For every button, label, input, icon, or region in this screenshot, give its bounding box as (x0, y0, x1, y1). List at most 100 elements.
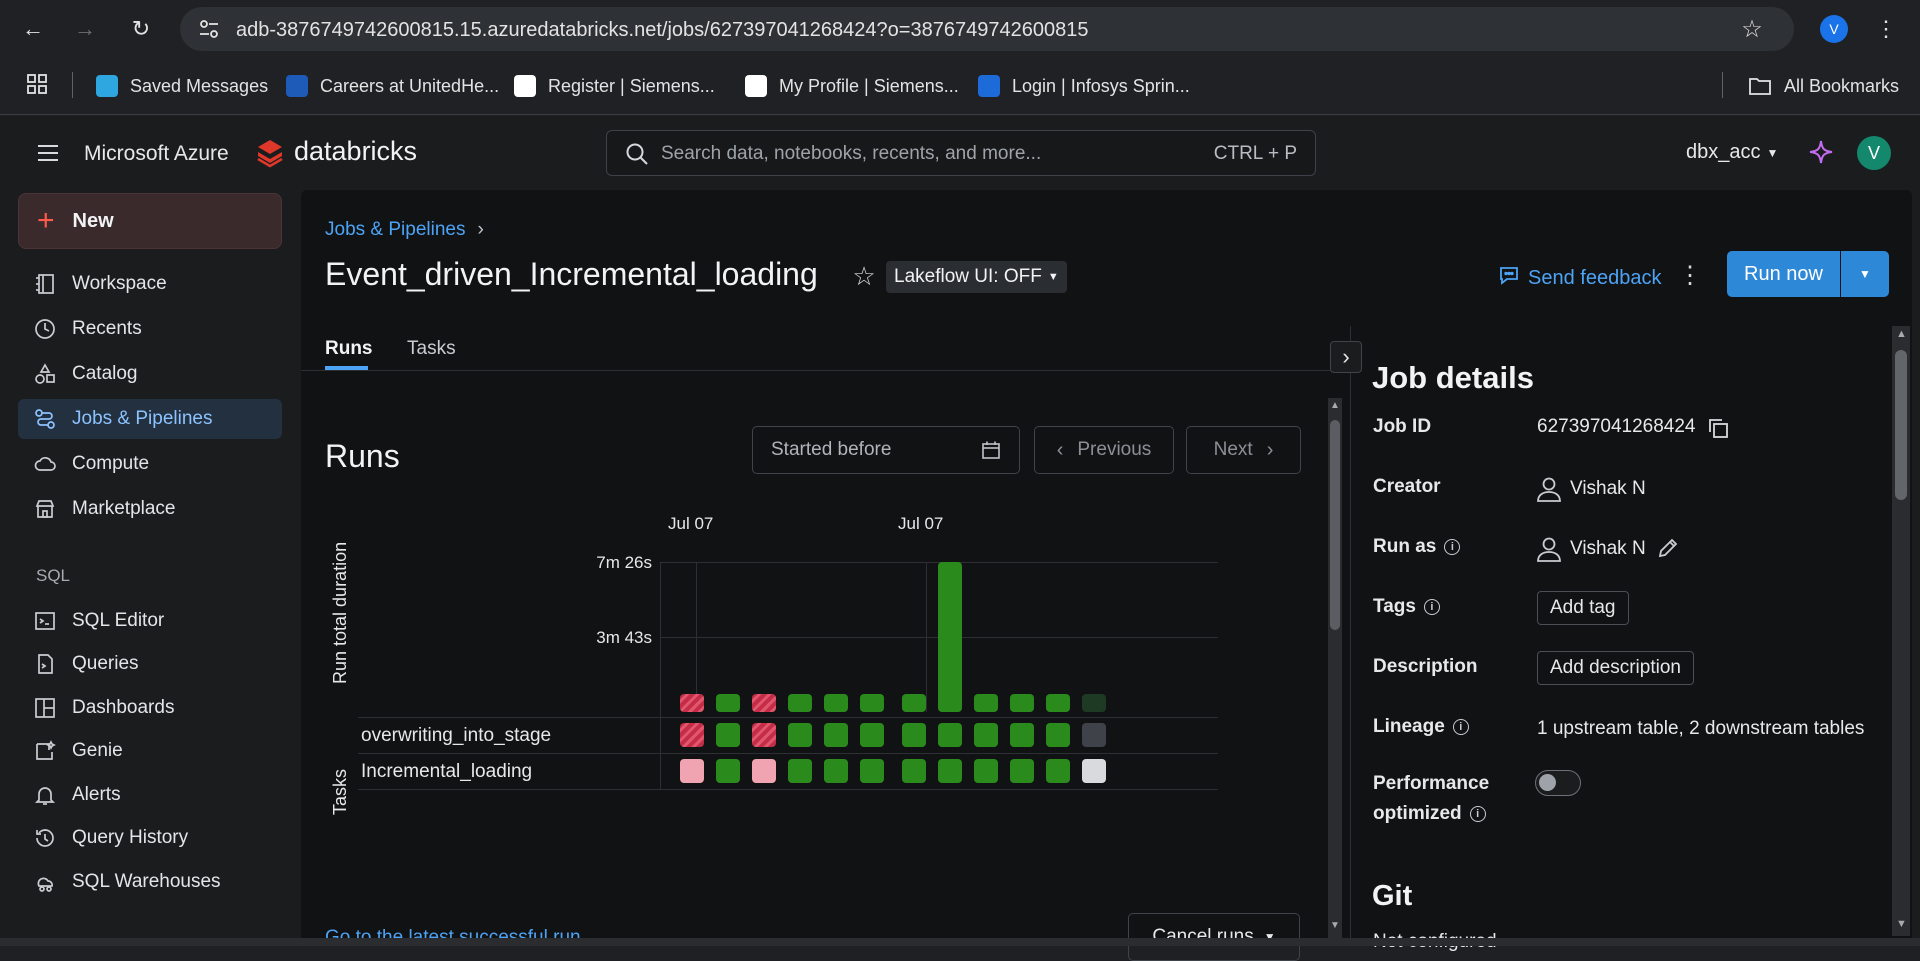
all-bookmarks[interactable]: All Bookmarks (1748, 72, 1899, 100)
run-bar[interactable] (1046, 694, 1070, 712)
workspace-switcher[interactable]: dbx_acc ▼ (1686, 141, 1778, 164)
run-bar[interactable] (788, 694, 812, 712)
sidebar-item-catalog[interactable]: Catalog (18, 354, 282, 394)
bookmark-item[interactable]: Register | Siemens... (514, 72, 715, 100)
run-now-button[interactable]: Run now (1727, 251, 1840, 297)
scroll-up-icon[interactable]: ▲ (1896, 328, 1907, 340)
bookmark-star-icon[interactable]: ☆ (1740, 16, 1764, 43)
user-avatar[interactable]: V (1857, 136, 1891, 170)
run-bar[interactable] (860, 694, 884, 712)
browser-menu-icon[interactable]: ⋮ (1874, 14, 1898, 44)
site-settings-icon[interactable] (198, 19, 220, 39)
task-run-cell[interactable] (788, 723, 812, 747)
add-description-button[interactable]: Add description (1537, 651, 1694, 685)
sidebar-item-queries[interactable]: Queries (18, 644, 282, 684)
task-run-cell[interactable] (788, 759, 812, 783)
task-run-cell[interactable] (680, 723, 704, 747)
run-bar[interactable] (752, 694, 776, 712)
task-run-cell[interactable] (860, 759, 884, 783)
add-tag-button[interactable]: Add tag (1537, 591, 1629, 625)
scroll-up-icon[interactable]: ▲ (1330, 400, 1340, 411)
task-run-cell[interactable] (752, 759, 776, 783)
run-bar[interactable] (1082, 694, 1106, 712)
sidebar-item-recents[interactable]: Recents (18, 309, 282, 349)
more-options-icon[interactable]: ⋮ (1678, 260, 1702, 290)
task-run-cell[interactable] (1082, 759, 1106, 783)
sidebar-item-query-history[interactable]: Query History (18, 818, 282, 858)
task-run-cell[interactable] (902, 759, 926, 783)
global-search-input[interactable]: Search data, notebooks, recents, and mor… (606, 130, 1316, 176)
run-bar[interactable] (974, 694, 998, 712)
performance-toggle[interactable] (1535, 770, 1581, 796)
browser-profile-avatar[interactable]: V (1820, 15, 1848, 43)
task-run-cell[interactable] (938, 723, 962, 747)
tab-tasks[interactable]: Tasks (407, 338, 456, 360)
url-text[interactable]: adb-3876749742600815.15.azuredatabricks.… (236, 19, 1088, 42)
task-run-cell[interactable] (1046, 723, 1070, 747)
run-bar[interactable] (716, 694, 740, 712)
task-run-cell[interactable] (1082, 723, 1106, 747)
send-feedback-link[interactable]: Send feedback (1498, 264, 1661, 292)
info-icon[interactable]: i (1423, 598, 1440, 615)
run-bar[interactable] (938, 562, 962, 712)
collapse-panel-button[interactable]: › (1330, 341, 1362, 373)
task-run-cell[interactable] (680, 759, 704, 783)
next-button[interactable]: Next › (1186, 426, 1301, 474)
databricks-logo-icon[interactable] (256, 138, 284, 168)
task-run-cell[interactable] (1010, 759, 1034, 783)
info-icon[interactable]: i (1444, 538, 1461, 555)
info-icon[interactable]: i (1469, 805, 1486, 822)
tab-runs[interactable]: Runs (325, 338, 373, 360)
bookmark-item[interactable]: Login | Infosys Sprin... (978, 72, 1190, 100)
task-run-cell[interactable] (716, 723, 740, 747)
details-scrollbar-thumb[interactable] (1895, 350, 1907, 500)
bookmark-item[interactable]: Careers at UnitedHe... (286, 72, 499, 100)
reload-icon[interactable]: ↻ (126, 14, 156, 44)
runs-scrollbar-thumb[interactable] (1330, 420, 1340, 630)
started-before-date-picker[interactable]: Started before (752, 426, 1020, 474)
lakeflow-toggle[interactable]: Lakeflow UI: OFF ▼ (886, 261, 1067, 293)
lineage-link[interactable]: 1 upstream table, 2 downstream tables (1537, 718, 1864, 740)
sidebar-item-workspace[interactable]: Workspace (18, 264, 282, 304)
scroll-down-icon[interactable]: ▼ (1896, 918, 1907, 930)
bookmark-item[interactable]: My Profile | Siemens... (745, 72, 959, 100)
copy-icon[interactable] (1706, 416, 1730, 445)
back-icon[interactable]: ← (18, 14, 48, 44)
sidebar-item-genie[interactable]: Genie (18, 731, 282, 771)
sidebar-item-sql-editor[interactable]: SQL Editor (18, 601, 282, 641)
bookmark-item[interactable]: Saved Messages (96, 72, 268, 100)
task-run-cell[interactable] (1046, 759, 1070, 783)
task-run-cell[interactable] (974, 759, 998, 783)
task-run-cell[interactable] (902, 723, 926, 747)
task-run-cell[interactable] (824, 759, 848, 783)
favorite-star-icon[interactable]: ☆ (850, 261, 878, 291)
assistant-sparkle-icon[interactable] (1809, 140, 1833, 164)
info-icon[interactable]: i (1452, 718, 1469, 735)
scroll-down-icon[interactable]: ▼ (1330, 920, 1340, 931)
sidebar-item-alerts[interactable]: Alerts (18, 775, 282, 815)
sidebar-item-dashboards[interactable]: Dashboards (18, 688, 282, 728)
sidebar-item-compute[interactable]: Compute (18, 444, 282, 484)
task-run-cell[interactable] (860, 723, 884, 747)
run-bar[interactable] (902, 694, 926, 712)
address-bar[interactable]: adb-3876749742600815.15.azuredatabricks.… (180, 7, 1794, 51)
task-run-cell[interactable] (938, 759, 962, 783)
hamburger-menu-icon[interactable] (36, 143, 60, 163)
apps-grid-icon[interactable] (26, 73, 48, 95)
run-now-dropdown[interactable]: ▼ (1841, 251, 1889, 297)
run-bar[interactable] (824, 694, 848, 712)
run-bar[interactable] (1010, 694, 1034, 712)
task-run-cell[interactable] (716, 759, 740, 783)
sidebar-item-marketplace[interactable]: Marketplace (18, 489, 282, 529)
new-button[interactable]: + New (18, 193, 282, 249)
run-bar[interactable] (680, 694, 704, 712)
previous-button[interactable]: ‹ Previous (1034, 426, 1174, 474)
sidebar-item-sql-warehouses[interactable]: SQL Warehouses (18, 862, 282, 902)
forward-icon[interactable]: → (70, 14, 100, 44)
breadcrumb-jobs-link[interactable]: Jobs & Pipelines (325, 219, 465, 241)
task-run-cell[interactable] (752, 723, 776, 747)
task-run-cell[interactable] (974, 723, 998, 747)
pencil-edit-icon[interactable] (1656, 536, 1680, 565)
task-run-cell[interactable] (824, 723, 848, 747)
task-run-cell[interactable] (1010, 723, 1034, 747)
